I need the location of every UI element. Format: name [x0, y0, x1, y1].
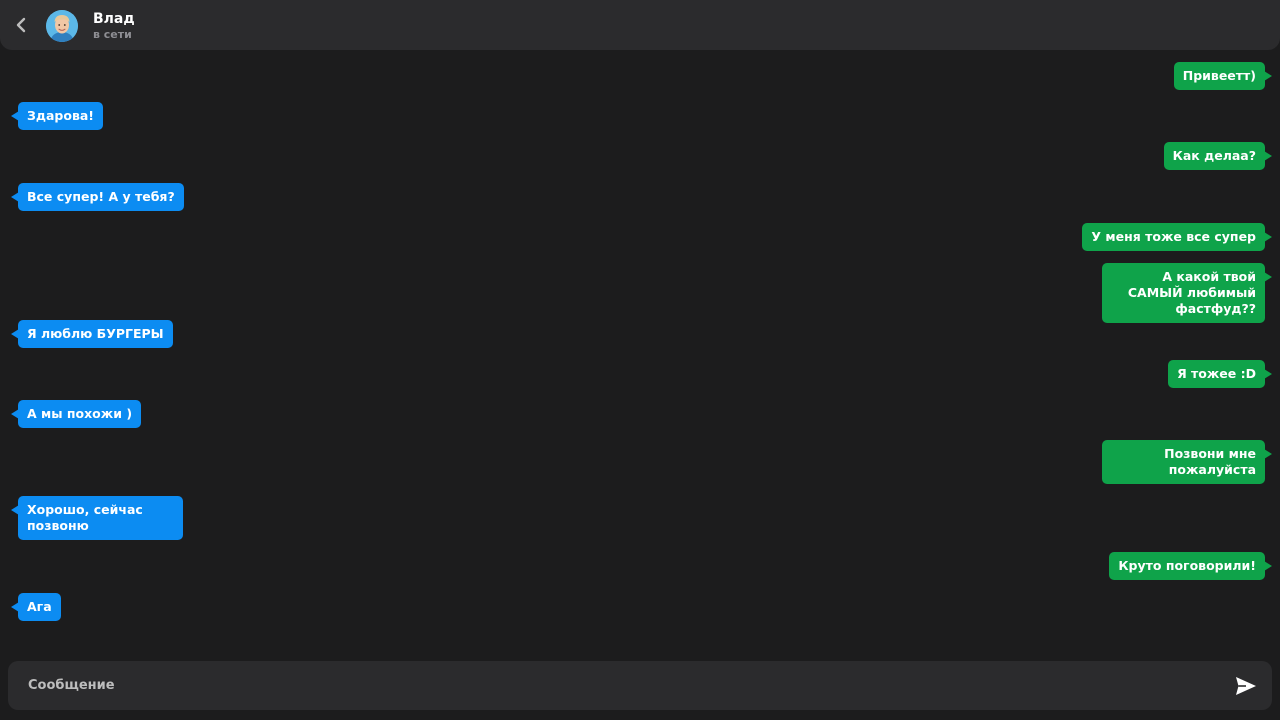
contact-status: в сети: [93, 28, 132, 41]
message-outgoing: Круто поговорили!: [1109, 552, 1272, 580]
message-incoming: Я люблю БУРГЕРЫ: [11, 320, 173, 348]
message-outgoing: Привеетт): [1173, 62, 1273, 90]
message-outgoing: Я тожее :D: [1168, 360, 1272, 388]
back-button[interactable]: [10, 13, 32, 37]
send-button[interactable]: [1234, 674, 1258, 698]
user-avatar-icon: [46, 10, 78, 42]
send-icon: [1236, 677, 1256, 695]
message-input[interactable]: [8, 661, 1208, 710]
message-outgoing: Как делаа?: [1163, 142, 1273, 170]
message-incoming: Здарова!: [11, 102, 103, 130]
message-list: Привеетт) Здарова! Как делаа? Все супер!…: [0, 50, 1280, 655]
message-outgoing: Позвони мне пожалуйста: [1102, 440, 1272, 484]
message-outgoing: У меня тоже все супер: [1082, 223, 1272, 251]
contact-name: Влад: [93, 11, 135, 27]
message-incoming: А мы похожи ): [10, 400, 142, 428]
message-incoming: Хорошо, сейчас позвоню: [11, 496, 183, 540]
message-incoming: Ага: [11, 593, 61, 621]
message-outgoing: А какой твой САМЫЙ любимый фастфуд??: [1102, 263, 1272, 323]
message-incoming: Все супер! А у тебя?: [11, 183, 184, 211]
avatar[interactable]: [46, 10, 78, 42]
chevron-left-icon: [16, 17, 26, 33]
chat-app: Влад в сети Привеетт) Здарова! Как делаа…: [0, 0, 1280, 720]
message-composer: [8, 661, 1272, 710]
chat-header: Влад в сети: [0, 0, 1280, 50]
